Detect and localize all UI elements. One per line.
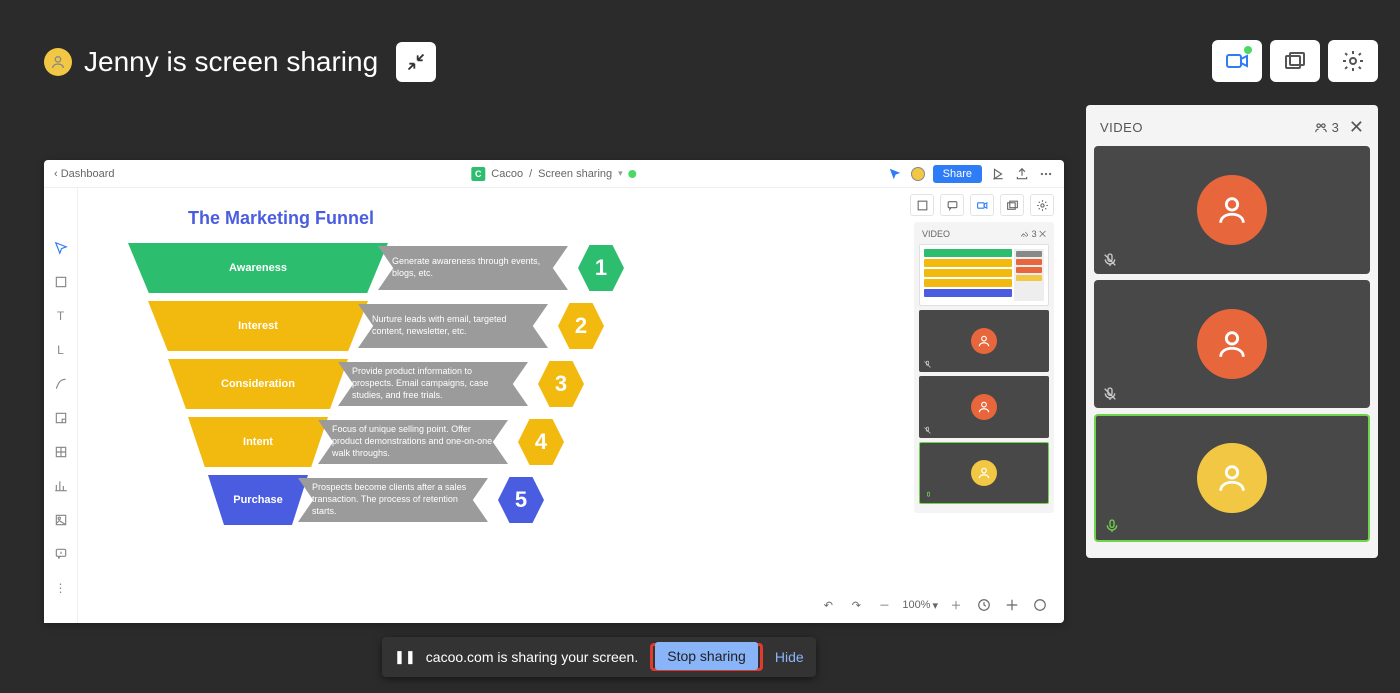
top-right-toolbar [1212,40,1378,82]
app-topbar: ‹ Dashboard C Cacoo / Screen sharing ▾ S… [44,160,1064,188]
collapse-button[interactable] [396,42,436,82]
gear-icon[interactable] [1030,194,1054,216]
chart-tool[interactable] [51,476,71,496]
canvas-toolbar [910,194,1054,216]
pen-tool[interactable] [51,374,71,394]
line-tool[interactable]: L [51,340,71,360]
participant-avatar [1197,443,1267,513]
tool-rail: T L ⋮ [44,188,78,623]
funnel-number: 4 [518,419,564,465]
export-icon[interactable] [1014,166,1030,182]
video-button[interactable] [1212,40,1262,82]
funnel-number: 5 [498,477,544,523]
table-tool[interactable] [51,442,71,462]
funnel-number: 2 [558,303,604,349]
funnel-stage[interactable]: Intent [188,417,328,467]
video-tile[interactable] [1094,146,1370,274]
funnel-row: Consideration Provide product informatio… [98,359,1044,409]
undo-icon[interactable]: ↶ [818,595,838,615]
layers-icon[interactable] [1000,194,1024,216]
redo-icon[interactable]: ↷ [846,595,866,615]
more-icon[interactable] [1038,166,1054,182]
help-icon[interactable] [1030,595,1050,615]
zoom-level[interactable]: 100% ▾ [902,599,938,612]
stop-sharing-highlight: Stop sharing [650,643,763,671]
back-to-dashboard[interactable]: ‹ Dashboard [54,168,115,180]
funnel-row: Interest Nurture leads with email, targe… [98,301,1044,351]
video-panel: VIDEO 3 ✕ [1086,105,1378,558]
history-icon[interactable] [974,595,994,615]
image-tool[interactable] [51,510,71,530]
share-message: cacoo.com is sharing your screen. [426,649,638,665]
zoom-in-icon[interactable]: ＋ [946,595,966,615]
select-tool[interactable] [51,238,71,258]
funnel-row: Intent Focus of unique selling point. Of… [98,417,1044,467]
text-tool[interactable]: T [51,306,71,326]
pause-icon[interactable]: ❚❚ [394,649,416,665]
funnel-number: 1 [578,245,624,291]
inner-participant-count: ᨁ 3 ✕ [1021,229,1047,240]
participant-avatar [1197,175,1267,245]
sticky-tool[interactable] [51,408,71,428]
funnel-desc[interactable]: Prospects become clients after a sales t… [298,478,488,522]
funnel-desc[interactable]: Provide product information to prospects… [338,362,528,406]
funnel-desc[interactable]: Nurture leads with email, targeted conte… [358,304,548,348]
close-icon[interactable]: ✕ [1349,117,1364,138]
video-tile-self[interactable] [1094,414,1370,542]
browser-share-bar: ❚❚ cacoo.com is sharing your screen. Sto… [382,637,816,677]
funnel-stage[interactable]: Awareness [128,243,388,293]
zoom-out-icon[interactable]: － [874,595,894,615]
funnel-stage[interactable]: Purchase [208,475,308,525]
video-panel-title: VIDEO [1100,120,1143,135]
app-badge: C [471,167,485,181]
shared-screen-window: ‹ Dashboard C Cacoo / Screen sharing ▾ S… [44,160,1064,623]
funnel-number: 3 [538,361,584,407]
canvas-area[interactable]: VIDEO ᨁ 3 ✕ [78,188,1064,623]
funnel-desc[interactable]: Generate awareness through events, blogs… [378,246,568,290]
user-avatar-small[interactable] [911,167,925,181]
funnel-stage[interactable]: Interest [148,301,368,351]
hide-button[interactable]: Hide [775,649,804,665]
chevron-down-icon[interactable]: ▾ [618,168,623,179]
settings-button[interactable] [1328,40,1378,82]
fit-icon[interactable] [1002,595,1022,615]
funnel-stage[interactable]: Consideration [168,359,348,409]
sync-status-icon [629,170,637,178]
mic-muted-icon [1102,386,1118,402]
mic-active-icon [1104,518,1120,534]
funnel-row: Purchase Prospects become clients after … [98,475,1044,525]
breadcrumb: C Cacoo / Screen sharing ▾ [471,167,636,181]
video-active-indicator [1244,46,1252,54]
sheet-icon[interactable] [910,194,934,216]
screen-share-header: Jenny is screen sharing [44,42,436,82]
video-panel-header: VIDEO 3 ✕ [1094,115,1370,146]
present-button[interactable] [1270,40,1320,82]
share-button[interactable]: Share [933,165,982,183]
share-status-text: Jenny is screen sharing [84,46,378,78]
presenter-avatar [44,48,72,76]
funnel-row: Awareness Generate awareness through eve… [98,243,1044,293]
participant-count: 3 [1313,120,1339,135]
chat-icon[interactable] [940,194,964,216]
pointer-icon[interactable] [887,166,903,182]
video-icon[interactable] [970,194,994,216]
mic-muted-icon [1102,252,1118,268]
video-tile[interactable] [1094,280,1370,408]
play-icon[interactable] [990,166,1006,182]
funnel-desc[interactable]: Focus of unique selling point. Offer pro… [318,420,508,464]
stop-sharing-button[interactable]: Stop sharing [655,642,758,670]
more-tools[interactable]: ⋮ [51,578,71,598]
comment-tool[interactable] [51,544,71,564]
participant-avatar [1197,309,1267,379]
shape-tool[interactable] [51,272,71,292]
canvas-bottom-controls: ↶ ↷ － 100% ▾ ＋ [818,595,1050,615]
